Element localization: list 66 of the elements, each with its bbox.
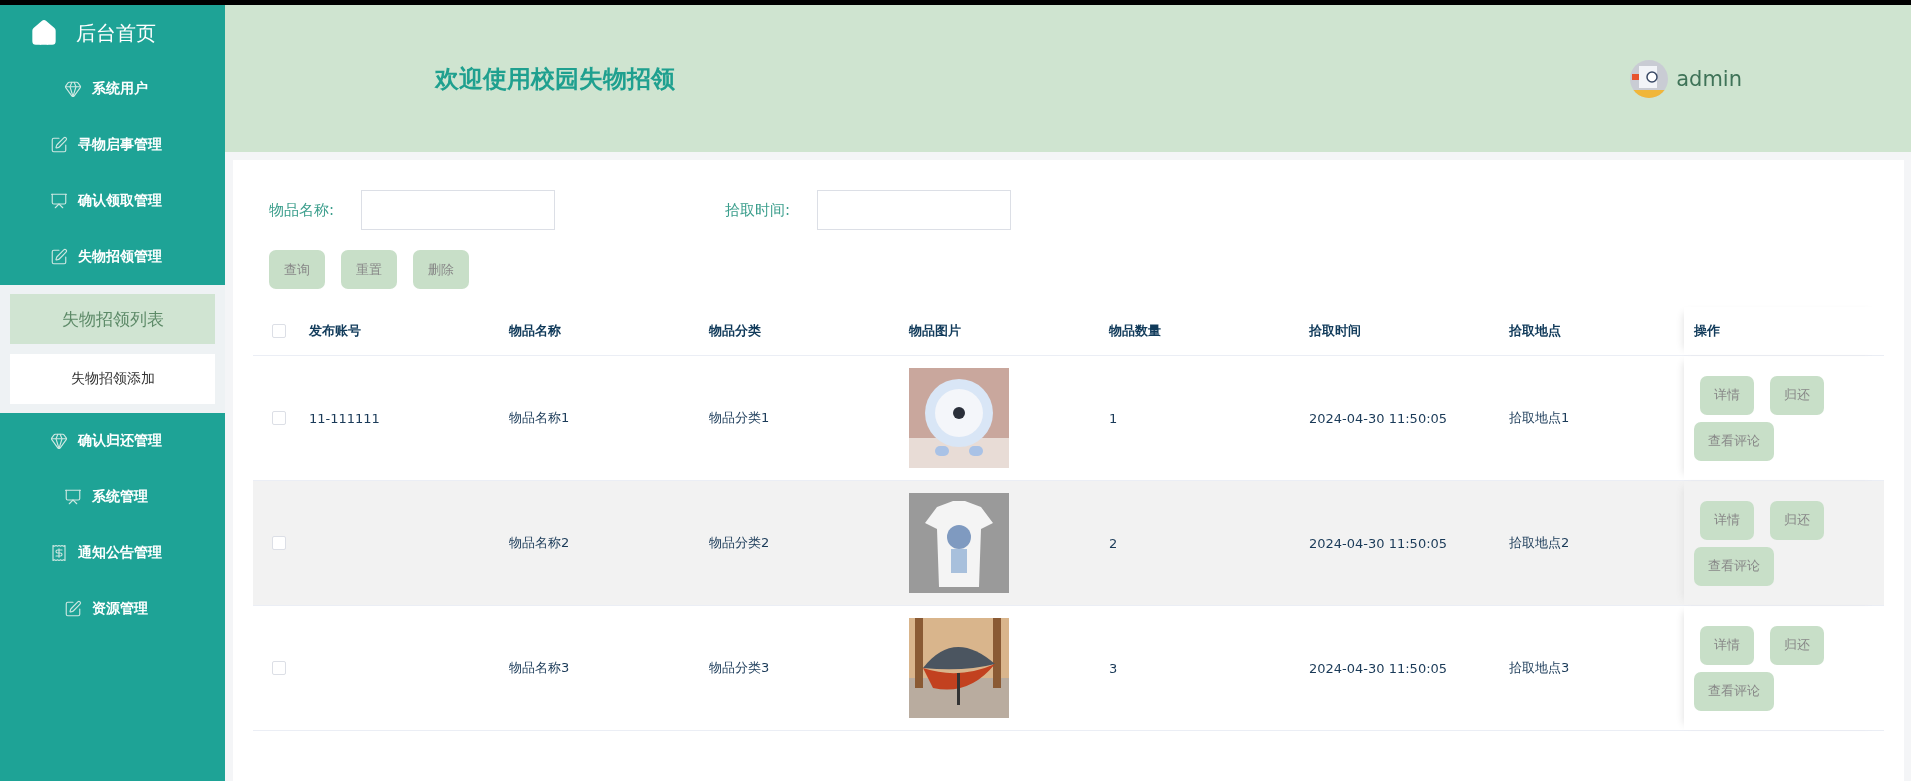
edit-icon: [49, 248, 68, 266]
row-action-button[interactable]: 查看评论: [1694, 421, 1774, 461]
table-cell-text: 1: [1109, 410, 1119, 426]
row-action-button[interactable]: 详情: [1700, 500, 1754, 540]
checkbox[interactable]: [272, 411, 286, 425]
table-cell-text: 2024-04-30 11:50:05: [1309, 410, 1449, 426]
submenu-item[interactable]: 失物招领列表: [10, 294, 215, 344]
table-cell-text: 物品名称3: [509, 659, 571, 677]
user-name[interactable]: admin: [1676, 66, 1742, 91]
column-header: 拾取时间: [1309, 322, 1362, 340]
edit-icon: [63, 600, 82, 618]
menu-item[interactable]: 通知公告管理: [0, 525, 225, 581]
menu-item[interactable]: 寻物启事管理: [0, 117, 225, 173]
home-link[interactable]: 后台首页: [0, 5, 225, 61]
row-action-button[interactable]: 归还: [1770, 500, 1824, 540]
column-header: 物品数量: [1109, 322, 1162, 340]
table-cell-text: 物品分类1: [709, 409, 771, 427]
menu-item[interactable]: 确认领取管理: [0, 173, 225, 229]
home-icon: [30, 19, 58, 47]
field-label: 拾取时间:: [725, 200, 792, 220]
input-field[interactable]: [361, 190, 555, 230]
table-cell-text: 拾取地点3: [1509, 659, 1571, 677]
action-button[interactable]: 查询: [269, 250, 325, 289]
table-cell-text: 3: [1109, 660, 1119, 676]
diamond-icon: [63, 80, 82, 98]
menu-item[interactable]: 资源管理: [0, 581, 225, 637]
checkbox[interactable]: [272, 324, 286, 338]
chart-icon: [63, 488, 82, 506]
action-button[interactable]: 删除: [413, 250, 469, 289]
table-cell-text: 物品名称2: [509, 534, 571, 552]
row-action-button[interactable]: 详情: [1700, 625, 1754, 665]
input-field[interactable]: [817, 190, 1011, 230]
row-action-button[interactable]: 查看评论: [1694, 671, 1774, 711]
table-cell-text: 2024-04-30 11:50:05: [1309, 535, 1449, 551]
receipt-icon: [49, 544, 68, 562]
checkbox[interactable]: [272, 661, 286, 675]
column-header: 发布账号: [309, 322, 362, 340]
menu-item[interactable]: 系统用户: [0, 61, 225, 117]
table-cell-text: 拾取地点1: [1509, 409, 1571, 427]
column-header: 拾取地点: [1509, 322, 1562, 340]
table-cell-text: 2: [1109, 535, 1119, 551]
chart-icon: [49, 192, 68, 210]
table-cell-text: 物品名称1: [509, 409, 571, 427]
row-action-button[interactable]: 归还: [1770, 625, 1824, 665]
menu-item[interactable]: 系统管理: [0, 469, 225, 525]
row-action-button[interactable]: 查看评论: [1694, 546, 1774, 586]
edit-icon: [49, 136, 68, 154]
table-cell-text: 物品分类2: [709, 534, 771, 552]
column-header: 物品分类: [709, 322, 762, 340]
checkbox[interactable]: [272, 536, 286, 550]
diamond-icon: [49, 432, 68, 450]
menu-item[interactable]: 失物招领管理: [0, 229, 225, 285]
column-header: 操作: [1694, 322, 1720, 340]
table-cell-text: 物品分类3: [709, 659, 771, 677]
table-cell-text: 11-111111: [309, 410, 381, 426]
column-header: 物品名称: [509, 322, 562, 340]
row-action-button[interactable]: 归还: [1770, 375, 1824, 415]
field-label: 物品名称:: [269, 200, 336, 220]
table-cell-text: 拾取地点2: [1509, 534, 1571, 552]
page-title: 欢迎使用校园失物招领: [435, 63, 675, 95]
column-header: 物品图片: [909, 322, 962, 340]
table-cell-text: 2024-04-30 11:50:05: [1309, 660, 1449, 676]
action-button[interactable]: 重置: [341, 250, 397, 289]
menu-item[interactable]: 确认归还管理: [0, 413, 225, 469]
submenu-item[interactable]: 失物招领添加: [10, 354, 215, 404]
row-action-button[interactable]: 详情: [1700, 375, 1754, 415]
